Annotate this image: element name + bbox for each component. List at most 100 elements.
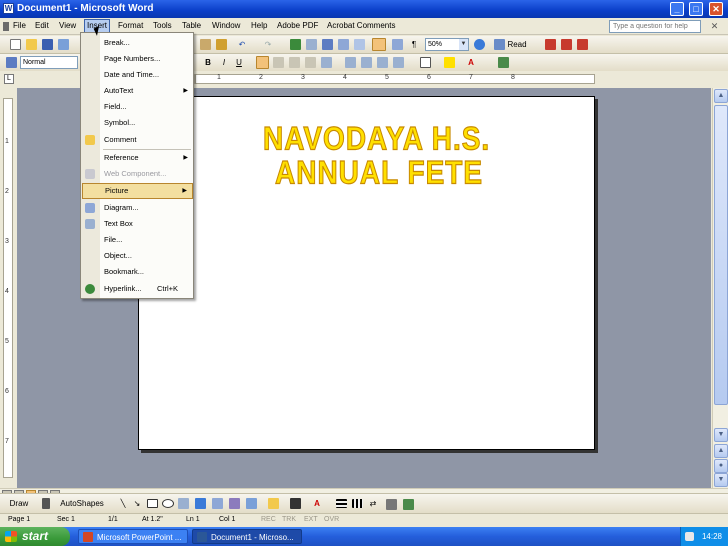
- numbering-icon[interactable]: [345, 57, 356, 68]
- menu-item-bookmark[interactable]: Bookmark...: [82, 264, 193, 280]
- underline-button[interactable]: U: [234, 57, 244, 69]
- insert-table-icon[interactable]: [322, 39, 333, 50]
- read-button[interactable]: Read: [507, 39, 527, 51]
- word-app-icon[interactable]: W: [3, 3, 14, 14]
- draw-font-color-icon[interactable]: A: [312, 498, 322, 510]
- font-color-icon[interactable]: A: [466, 57, 476, 69]
- menu-window[interactable]: Window: [212, 21, 240, 30]
- scroll-thumb[interactable]: [714, 105, 728, 405]
- decrease-indent-icon[interactable]: [377, 57, 388, 68]
- menu-acrobat-comments[interactable]: Acrobat Comments: [327, 21, 395, 30]
- chevron-down-icon[interactable]: ▼: [459, 39, 468, 50]
- vertical-ruler[interactable]: 1 2 3 4 5 6 7: [0, 88, 16, 490]
- taskbar-item-word[interactable]: Document1 - Microso...: [192, 529, 302, 544]
- read-icon[interactable]: [494, 39, 505, 50]
- columns-icon[interactable]: [354, 39, 365, 50]
- italic-button[interactable]: I: [219, 57, 229, 69]
- style-combo[interactable]: Normal: [20, 56, 78, 69]
- tables-borders-icon[interactable]: [306, 39, 317, 50]
- maximize-button[interactable]: □: [689, 2, 703, 16]
- scroll-up-icon[interactable]: ▲: [714, 89, 728, 103]
- scroll-down-icon[interactable]: ▼: [714, 428, 728, 442]
- menu-item-hyperlink[interactable]: Hyperlink... Ctrl+K: [82, 281, 193, 297]
- format-painter-icon[interactable]: [216, 39, 227, 50]
- menu-edit[interactable]: Edit: [35, 21, 49, 30]
- new-document-icon[interactable]: [10, 39, 21, 50]
- document-map-icon[interactable]: [392, 39, 403, 50]
- pdf-email-icon[interactable]: [561, 39, 572, 50]
- shadow-style-icon[interactable]: [386, 499, 397, 510]
- minimize-button[interactable]: _: [670, 2, 684, 16]
- status-rec[interactable]: REC: [261, 516, 276, 523]
- wordart-icon[interactable]: [195, 498, 206, 509]
- bullets-icon[interactable]: [361, 57, 372, 68]
- oval-icon[interactable]: [162, 499, 174, 508]
- highlight-icon[interactable]: [444, 57, 455, 68]
- menu-item-picture[interactable]: Picture ▶: [82, 183, 193, 199]
- start-button[interactable]: start: [0, 527, 70, 546]
- wordart-title-line1[interactable]: NAVODAYA H.S.: [262, 120, 490, 158]
- line-spacing-icon[interactable]: [321, 57, 332, 68]
- menu-tools[interactable]: Tools: [153, 21, 172, 30]
- line-style-icon[interactable]: [336, 499, 347, 508]
- menu-item-diagram[interactable]: Diagram...: [82, 200, 193, 216]
- draw-menu-button[interactable]: Draw: [6, 498, 32, 510]
- next-page-icon[interactable]: ▼: [714, 473, 728, 487]
- menu-view[interactable]: View: [59, 21, 76, 30]
- save-icon[interactable]: [42, 39, 53, 50]
- menu-item-date-time[interactable]: Date and Time...: [82, 67, 193, 83]
- clip-art-icon[interactable]: [229, 498, 240, 509]
- show-hide-icon[interactable]: ¶: [408, 39, 420, 51]
- rectangle-icon[interactable]: [147, 499, 158, 508]
- menu-item-page-numbers[interactable]: Page Numbers...: [82, 51, 193, 67]
- select-browse-object-icon[interactable]: ●: [714, 459, 728, 473]
- styles-formatting-icon[interactable]: [6, 57, 17, 68]
- border-icon[interactable]: [420, 57, 431, 68]
- paste-icon[interactable]: [200, 39, 211, 50]
- insert-excel-icon[interactable]: [338, 39, 349, 50]
- autoshapes-menu-button[interactable]: AutoShapes: [57, 498, 107, 510]
- menu-adobe-pdf[interactable]: Adobe PDF: [277, 21, 318, 30]
- fill-color-icon[interactable]: [268, 498, 279, 509]
- redo-icon[interactable]: ↷: [262, 39, 274, 51]
- drawing-icon[interactable]: [372, 38, 386, 51]
- line-color-icon[interactable]: [290, 498, 301, 509]
- status-ext[interactable]: EXT: [304, 516, 318, 523]
- menu-help[interactable]: Help: [251, 21, 267, 30]
- vertical-scrollbar[interactable]: ▲ ▼ ▲ ● ▼: [712, 88, 728, 488]
- menu-item-autotext[interactable]: AutoText ▶: [82, 83, 193, 99]
- help-search-input[interactable]: [609, 20, 701, 33]
- document-close-button[interactable]: ✕: [708, 20, 721, 33]
- pdf-review-icon[interactable]: [577, 39, 588, 50]
- diagram-icon[interactable]: [212, 498, 223, 509]
- tray-icon[interactable]: [685, 532, 694, 541]
- open-folder-icon[interactable]: [26, 39, 37, 50]
- justify-icon[interactable]: [305, 57, 316, 68]
- text-box-icon[interactable]: [178, 498, 189, 509]
- document-page[interactable]: NAVODAYA H.S. ANNUAL FETE: [138, 96, 595, 450]
- insert-picture-icon[interactable]: [246, 498, 257, 509]
- menu-item-break[interactable]: Break...: [82, 35, 193, 51]
- menu-item-file[interactable]: File...: [82, 232, 193, 248]
- hyperlink-icon[interactable]: [290, 39, 301, 50]
- menu-item-field[interactable]: Field...: [82, 99, 193, 115]
- menu-item-symbol[interactable]: Symbol...: [82, 115, 193, 131]
- toolbar-options-icon[interactable]: [498, 57, 509, 68]
- menu-item-reference[interactable]: Reference ▶: [82, 150, 193, 166]
- permission-icon[interactable]: [58, 39, 69, 50]
- align-right-icon[interactable]: [289, 57, 300, 68]
- undo-icon[interactable]: ↶: [236, 39, 248, 51]
- menu-item-comment[interactable]: Comment: [82, 132, 193, 148]
- line-icon[interactable]: ╲: [118, 498, 128, 510]
- wordart-title-line2[interactable]: ANNUAL FETE: [274, 154, 483, 192]
- status-trk[interactable]: TRK: [282, 516, 296, 523]
- align-center-icon[interactable]: [273, 57, 284, 68]
- align-left-icon[interactable]: [256, 56, 269, 69]
- menu-file[interactable]: File: [13, 21, 26, 30]
- zoom-combo[interactable]: 50% ▼: [425, 38, 469, 51]
- tab-selector-icon[interactable]: L: [4, 74, 14, 84]
- pdf-convert-icon[interactable]: [545, 39, 556, 50]
- taskbar-item-powerpoint[interactable]: Microsoft PowerPoint ...: [78, 529, 188, 544]
- arrow-style-icon[interactable]: ⇄: [368, 498, 378, 510]
- menu-format[interactable]: Format: [118, 21, 143, 30]
